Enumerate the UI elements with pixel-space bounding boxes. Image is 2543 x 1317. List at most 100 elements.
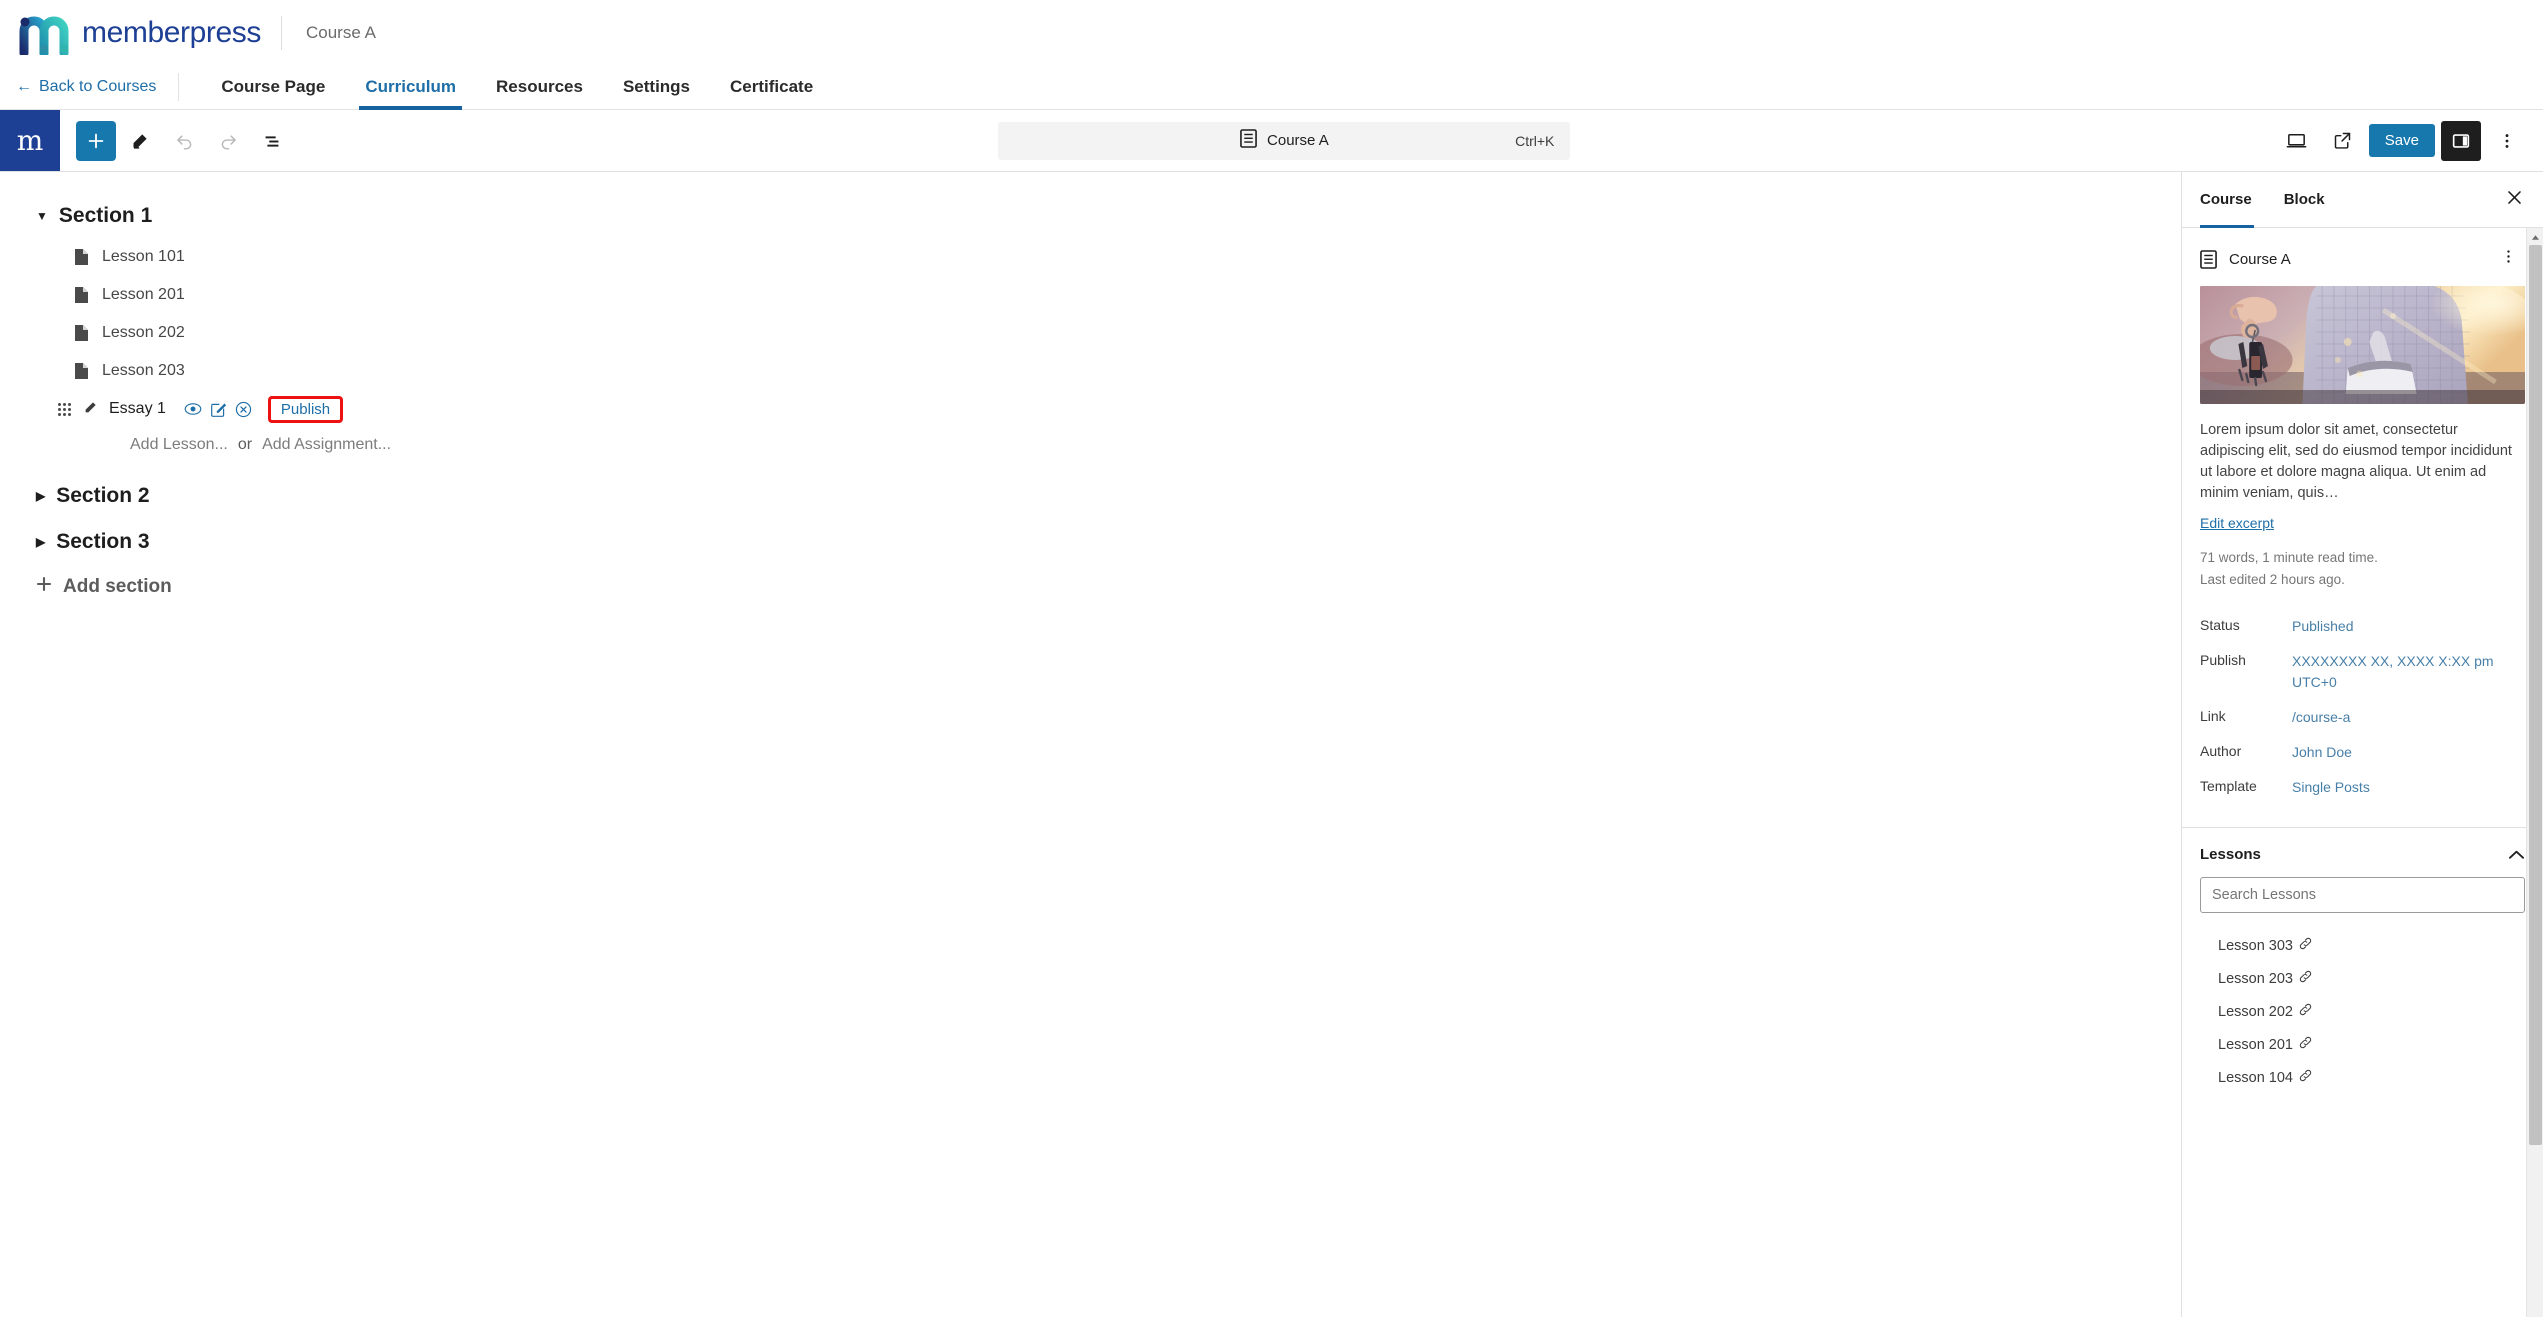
redo-arrow-icon <box>218 130 239 151</box>
document-page-icon <box>74 286 89 304</box>
scroll-up-button[interactable] <box>2527 228 2543 245</box>
tab-settings[interactable]: Settings <box>603 65 710 109</box>
edit-square-icon[interactable] <box>210 401 227 418</box>
view-preview-button[interactable] <box>2277 121 2317 161</box>
settings-sidebar: Course Block Course A Lorem ipsum dolor … <box>2181 172 2543 1317</box>
sidebar-lesson-label: Lesson 201 <box>2218 1036 2293 1053</box>
tools-button[interactable] <box>120 121 160 161</box>
sidebar-tabs: Course Block <box>2182 172 2543 228</box>
tab-course-page[interactable]: Course Page <box>201 65 345 109</box>
lessons-panel-header[interactable]: Lessons <box>2182 828 2543 877</box>
tab-resources[interactable]: Resources <box>476 65 603 109</box>
brand-logo[interactable]: memberpress <box>18 11 261 55</box>
sidebar-tab-block[interactable]: Block <box>2268 172 2341 227</box>
pencil-icon <box>130 130 151 151</box>
sidebar-tab-course[interactable]: Course <box>2200 172 2268 228</box>
command-bar-title: Course A <box>1267 132 1329 149</box>
sidebar-lesson-item[interactable]: Lesson 202 <box>2182 995 2543 1028</box>
excerpt-text: Lorem ipsum dolor sit amet, consectetur … <box>2200 422 2512 502</box>
redo-button[interactable] <box>208 121 248 161</box>
open-external-icon <box>2332 130 2353 151</box>
sidebar-lesson-item[interactable]: Lesson 303 <box>2182 929 2543 962</box>
add-section-button[interactable]: Add section <box>36 576 2181 598</box>
meta-value-publish[interactable]: XXXXXXXX XX, XXXX X:XX pm UTC+0 <box>2292 651 2525 693</box>
scrollbar-thumb[interactable] <box>2529 245 2542 1145</box>
link-icon <box>2299 970 2312 987</box>
assignment-title: Essay 1 <box>109 400 166 417</box>
close-sidebar-button[interactable] <box>2500 183 2529 217</box>
add-section-label: Add section <box>63 576 172 597</box>
meta-value-author[interactable]: John Doe <box>2292 742 2352 763</box>
meta-value-link[interactable]: /course-a <box>2292 707 2350 728</box>
lesson-title: Lesson 203 <box>102 362 185 379</box>
close-x-icon <box>2506 189 2523 211</box>
command-bar-shortcut: Ctrl+K <box>1515 132 1555 149</box>
lesson-row[interactable]: Lesson 201 <box>36 276 2181 314</box>
drag-handle-icon[interactable] <box>58 402 71 416</box>
word-count-text: 71 words, 1 minute read time. <box>2200 549 2378 565</box>
section-block-1: ▼ Section 1 Lesson 101 Lesson 201 Lesson… <box>36 204 2181 462</box>
delete-circle-icon[interactable] <box>235 401 252 418</box>
command-bar[interactable]: Course A Ctrl+K <box>998 121 1571 160</box>
section-block-3: ▶ Section 3 <box>36 530 2181 554</box>
sidebar-lesson-item[interactable]: Lesson 104 <box>2182 1061 2543 1094</box>
sidebar-toggle-icon <box>2450 130 2472 152</box>
featured-image[interactable] <box>2200 286 2525 404</box>
lesson-title: Lesson 101 <box>102 248 185 265</box>
document-page-icon <box>74 362 89 380</box>
open-external-button[interactable] <box>2323 121 2363 161</box>
lesson-row[interactable]: Lesson 203 <box>36 352 2181 390</box>
brand-subtitle: Course A <box>305 22 376 42</box>
meta-label-template: Template <box>2200 778 2257 795</box>
meta-value-status[interactable]: Published <box>2292 616 2354 637</box>
back-to-courses-label: Back to Courses <box>39 78 157 95</box>
document-outline-button[interactable] <box>252 121 292 161</box>
brand-divider <box>280 15 282 50</box>
publish-assignment-button[interactable]: Publish <box>267 395 344 423</box>
sidebar-lesson-label: Lesson 303 <box>2218 937 2293 954</box>
section-header-1[interactable]: ▼ Section 1 <box>36 204 2181 228</box>
document-card-title: Course A <box>2229 250 2291 268</box>
nav-tabs: Course Page Curriculum Resources Setting… <box>201 65 833 110</box>
add-block-button[interactable] <box>76 120 116 161</box>
save-button[interactable]: Save <box>2368 124 2435 157</box>
add-lesson-link[interactable]: Add Lesson... <box>130 436 228 454</box>
memberpress-m-logo-icon <box>18 11 70 55</box>
section-title-3: Section 3 <box>56 530 150 553</box>
section-header-2[interactable]: ▶ Section 2 <box>36 484 2181 508</box>
brand-bar: memberpress Course A <box>0 0 2543 65</box>
search-lessons-input[interactable] <box>2212 887 2513 904</box>
edit-excerpt-link[interactable]: Edit excerpt <box>2200 515 2274 531</box>
nav-divider <box>178 73 180 101</box>
more-options-button[interactable] <box>2487 121 2527 161</box>
section-header-3[interactable]: ▶ Section 3 <box>36 530 2181 554</box>
course-nav-bar: ← Back to Courses Course Page Curriculum… <box>0 65 2543 110</box>
curriculum-canvas: ▼ Section 1 Lesson 101 Lesson 201 Lesson… <box>0 172 2181 1317</box>
memberpress-home-button[interactable]: m <box>0 110 60 171</box>
sidebar-lesson-item[interactable]: Lesson 203 <box>2182 962 2543 995</box>
add-assignment-link[interactable]: Add Assignment... <box>262 436 391 454</box>
lesson-row[interactable]: Lesson 101 <box>36 238 2181 276</box>
document-icon <box>1240 129 1257 152</box>
tab-curriculum[interactable]: Curriculum <box>345 65 476 110</box>
section-title-2: Section 2 <box>56 484 150 507</box>
sidebar-lesson-item[interactable]: Lesson 201 <box>2182 1028 2543 1061</box>
meta-value-template[interactable]: Single Posts <box>2292 777 2370 798</box>
tab-certificate[interactable]: Certificate <box>710 65 833 109</box>
meta-row-template: Template Single Posts <box>2200 770 2525 805</box>
sidebar-lesson-label: Lesson 203 <box>2218 970 2293 987</box>
undo-button[interactable] <box>164 121 204 161</box>
command-bar-center: Course A <box>998 129 1570 152</box>
eye-preview-icon[interactable] <box>184 401 202 417</box>
meta-label-link: Link <box>2200 708 2226 725</box>
plus-icon <box>85 130 107 152</box>
document-card-more-button[interactable] <box>2492 244 2525 274</box>
last-edited-text: Last edited 2 hours ago. <box>2200 571 2345 587</box>
lesson-row[interactable]: Lesson 202 <box>36 314 2181 352</box>
sidebar-scrollbar[interactable] <box>2526 228 2543 1317</box>
back-to-courses-link[interactable]: ← Back to Courses <box>10 65 178 109</box>
settings-panel-toggle[interactable] <box>2441 120 2481 161</box>
link-icon <box>2299 1069 2312 1086</box>
search-lessons-box[interactable] <box>2200 877 2525 914</box>
undo-arrow-icon <box>174 130 195 151</box>
